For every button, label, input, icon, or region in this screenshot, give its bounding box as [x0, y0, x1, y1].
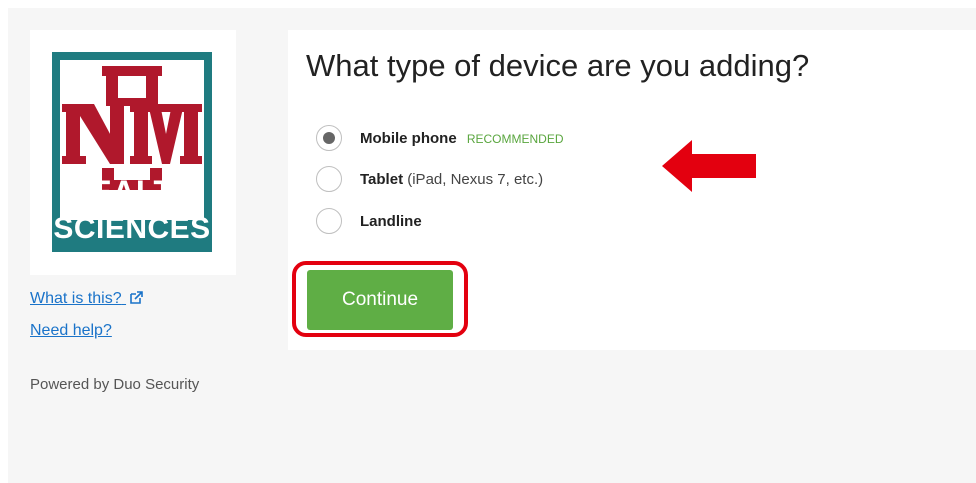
- powered-by-text: Powered by Duo Security: [30, 376, 200, 393]
- sidebar-links: What is this? Need help?: [30, 290, 143, 354]
- option-label: Landline: [360, 213, 422, 230]
- recommended-badge: RECOMMENDED: [466, 131, 564, 146]
- option-landline[interactable]: Landline: [316, 206, 422, 236]
- need-help-link[interactable]: Need help?: [30, 322, 143, 340]
- option-subtext: (iPad, Nexus 7, etc.): [403, 170, 544, 188]
- option-label: Tablet (iPad, Nexus 7, etc.): [360, 171, 543, 188]
- option-name: Mobile phone: [360, 129, 457, 147]
- logo-line-sciences: SCIENCES: [53, 212, 211, 245]
- red-arrow-annotation-icon: [662, 140, 756, 192]
- option-name: Landline: [360, 212, 422, 230]
- radio-tablet[interactable]: [316, 166, 342, 192]
- option-name: Tablet: [360, 170, 404, 188]
- what-is-this-label: What is this?: [30, 290, 122, 307]
- continue-button[interactable]: Continue: [307, 270, 453, 330]
- unm-health-sciences-logo: HEALTH SCIENCES: [52, 52, 212, 252]
- radio-landline[interactable]: [316, 208, 342, 234]
- external-link-icon: [130, 291, 143, 304]
- option-label: Mobile phone RECOMMENDED: [360, 130, 564, 147]
- page-title: What type of device are you adding?: [306, 48, 810, 83]
- radio-mobile-phone[interactable]: [316, 125, 342, 151]
- what-is-this-link[interactable]: What is this?: [30, 290, 143, 308]
- option-tablet[interactable]: Tablet (iPad, Nexus 7, etc.): [316, 164, 543, 194]
- logo-line-health: HEALTH: [66, 174, 198, 210]
- option-mobile-phone[interactable]: Mobile phone RECOMMENDED: [316, 123, 564, 153]
